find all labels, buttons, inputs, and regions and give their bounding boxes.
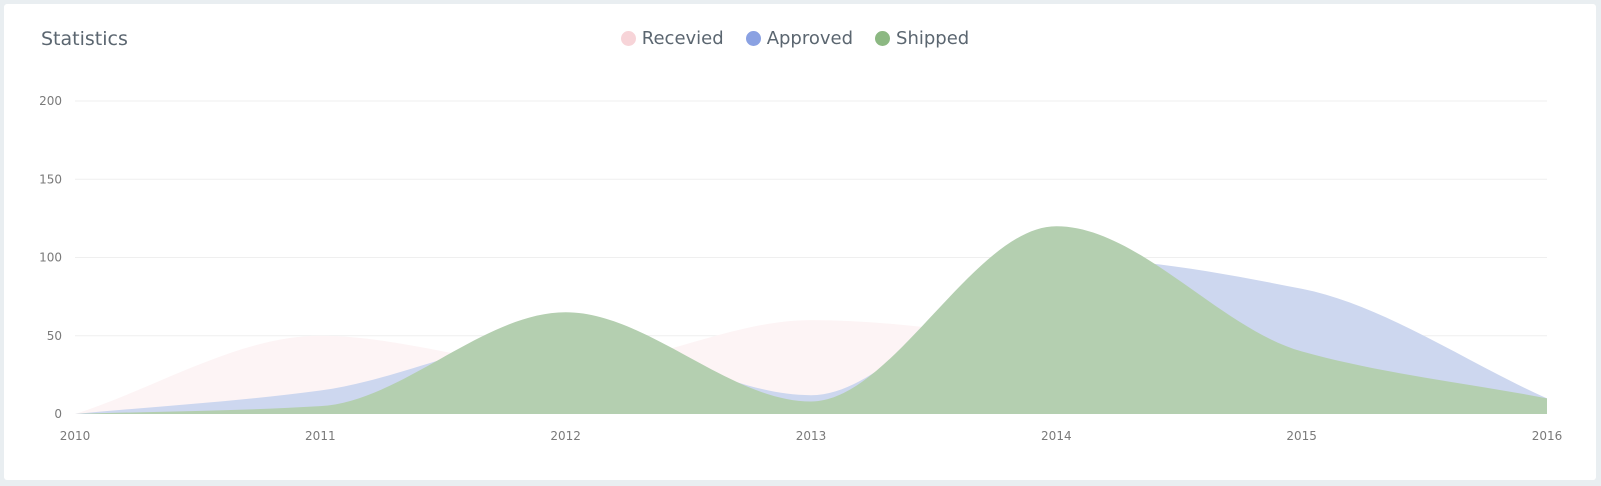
x-tick-label: 2013: [796, 429, 827, 443]
x-tick-label: 2014: [1041, 429, 1072, 443]
y-tick-label: 100: [39, 251, 62, 265]
x-tick-label: 2016: [1532, 429, 1563, 443]
x-tick-label: 2012: [550, 429, 581, 443]
y-tick-label: 50: [47, 329, 62, 343]
y-tick-label: 150: [39, 172, 62, 186]
y-tick-label: 0: [54, 407, 62, 421]
y-tick-label: 200: [39, 94, 62, 108]
x-tick-label: 2010: [60, 429, 91, 443]
x-tick-label: 2015: [1286, 429, 1317, 443]
x-tick-label: 2011: [305, 429, 336, 443]
area-chart: 0 50 100 150 200 2010 2011 2012 2013 2014 2015 2016: [39, 94, 1563, 443]
